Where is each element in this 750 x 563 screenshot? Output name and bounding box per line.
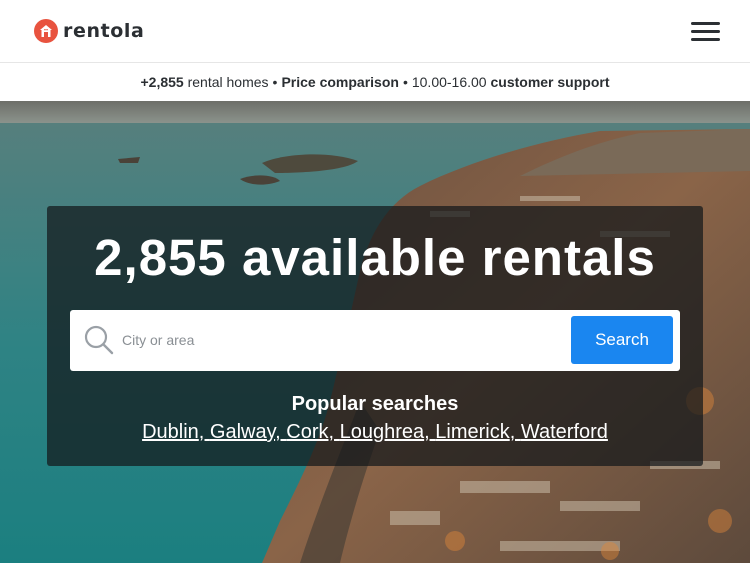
popular-link-limerick[interactable]: Limerick <box>435 421 509 443</box>
rental-count: +2,855 <box>140 74 184 90</box>
page-title: 2,855 available rentals <box>94 229 656 286</box>
comma: , <box>275 421 287 443</box>
separator: • <box>402 74 408 90</box>
popular-searches-links: Dublin, Galway, Cork, Loughrea, Limerick… <box>47 421 703 444</box>
popular-link-waterford[interactable]: Waterford <box>521 421 608 443</box>
comma: , <box>424 421 436 443</box>
separator: • <box>272 74 278 90</box>
customer-support-label: customer support <box>490 74 610 90</box>
search-box: Search <box>70 310 680 371</box>
price-comparison-label: Price comparison <box>281 74 399 90</box>
popular-link-galway[interactable]: Galway <box>210 421 275 443</box>
info-bar: +2,855 rental homes • Price comparison •… <box>0 63 750 101</box>
popular-link-loughrea[interactable]: Loughrea <box>340 421 425 443</box>
search-button[interactable]: Search <box>571 316 673 364</box>
brand-name: rentola <box>63 20 145 42</box>
popular-link-dublin[interactable]: Dublin <box>142 421 199 443</box>
support-hours: 10.00-16.00 <box>411 74 487 90</box>
comma: , <box>198 421 210 443</box>
comma: , <box>328 421 340 443</box>
house-icon <box>34 19 58 43</box>
search-panel: 2,855 available rentals Search Popular s… <box>47 206 703 466</box>
comma: , <box>509 421 521 443</box>
popular-searches-title: Popular searches <box>291 393 459 415</box>
popular-link-cork[interactable]: Cork <box>286 421 328 443</box>
brand-logo[interactable]: rentola <box>34 19 144 43</box>
hamburger-menu-icon[interactable] <box>691 22 720 41</box>
search-icon <box>84 325 114 355</box>
rental-homes-label: rental homes <box>187 74 269 90</box>
hero-section: 2,855 available rentals Search Popular s… <box>0 101 750 563</box>
site-header: rentola <box>0 0 750 63</box>
search-input[interactable] <box>122 324 562 356</box>
